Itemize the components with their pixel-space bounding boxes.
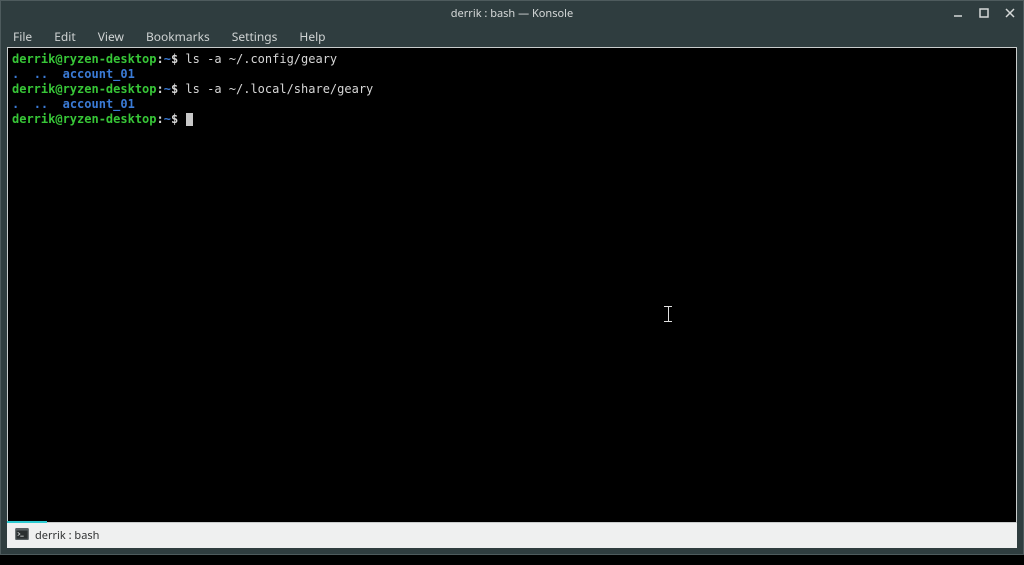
prompt-colon: : [157,52,164,66]
window-controls [949,1,1019,25]
tabbar: derrik : bash [7,522,1017,548]
ls-entry: .. [34,67,48,81]
close-button[interactable] [1001,4,1019,22]
tab-session[interactable]: derrik : bash [7,523,107,548]
tab-label: derrik : bash [35,528,99,543]
menu-bookmarks[interactable]: Bookmarks [142,26,214,47]
menu-view[interactable]: View [94,26,128,47]
menu-settings[interactable]: Settings [228,26,282,47]
menubar: File Edit View Bookmarks Settings Help [1,25,1023,47]
cursor [186,113,193,126]
ls-entry: account_01 [63,67,135,81]
terminal-line: derrik@ryzen-desktop:~$ ls -a ~/.config/… [12,52,337,66]
menu-help[interactable]: Help [295,26,329,47]
terminal-icon [15,528,29,544]
prompt-colon: : [157,82,164,96]
terminal[interactable]: derrik@ryzen-desktop:~$ ls -a ~/.config/… [7,47,1017,522]
prompt-path: ~ [164,52,171,66]
command-text: ls -a ~/.config/geary [185,52,337,66]
minimize-button[interactable] [949,4,967,22]
terminal-line: derrik@ryzen-desktop:~$ [12,112,193,126]
prompt-path: ~ [164,82,171,96]
prompt-userhost: derrik@ryzen-desktop [12,112,157,126]
maximize-button[interactable] [975,4,993,22]
prompt-userhost: derrik@ryzen-desktop [12,82,157,96]
ls-entry: . [12,97,19,111]
terminal-line: derrik@ryzen-desktop:~$ ls -a ~/.local/s… [12,82,373,96]
titlebar[interactable]: derrik : bash — Konsole [1,1,1023,25]
prompt-colon: : [157,112,164,126]
ls-entry: . [12,67,19,81]
ls-entry: .. [34,97,48,111]
window-footer [1,548,1023,554]
prompt-suffix: $ [171,112,185,126]
terminal-line: . .. account_01 [12,97,135,111]
menu-file[interactable]: File [9,26,36,47]
prompt-suffix: $ [171,52,185,66]
window-title: derrik : bash — Konsole [1,6,1023,21]
terminal-line: . .. account_01 [12,67,135,81]
menu-edit[interactable]: Edit [50,26,79,47]
prompt-userhost: derrik@ryzen-desktop [12,52,157,66]
command-text: ls -a ~/.local/share/geary [185,82,373,96]
text-cursor-icon [663,306,673,322]
prompt-suffix: $ [171,82,185,96]
ls-entry: account_01 [63,97,135,111]
konsole-window: derrik : bash — Konsole File Edit View B… [0,0,1024,555]
prompt-path: ~ [164,112,171,126]
